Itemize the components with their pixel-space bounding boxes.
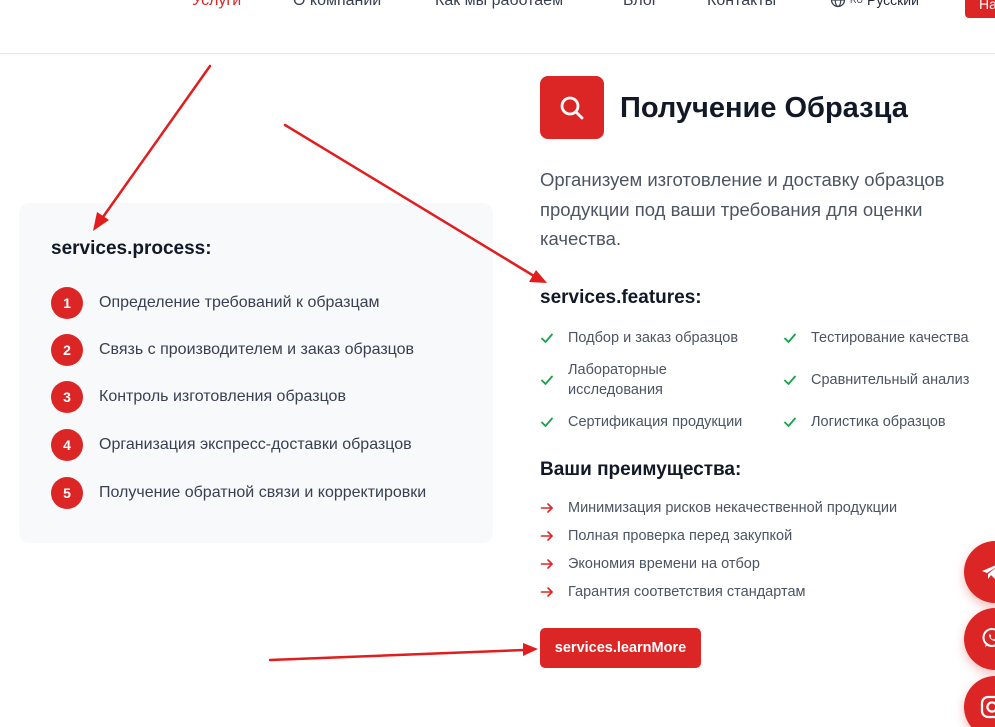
advantage-text: Экономия времени на отбор <box>568 556 760 572</box>
service-description: Организуем изготовление и доставку образ… <box>540 169 945 249</box>
check-icon <box>541 375 553 385</box>
step-number: 3 <box>51 381 83 413</box>
instagram-icon <box>980 695 995 719</box>
service-icon-box <box>540 76 604 139</box>
check-icon <box>784 417 796 427</box>
feature-item: Тестирование качества <box>783 328 995 348</box>
arrow-right-icon <box>540 503 553 513</box>
globe-icon <box>830 0 846 8</box>
feature-item: Сертификация продукции <box>540 412 768 432</box>
top-nav: Услуги О компании Как мы работаем Блог К… <box>0 0 995 54</box>
process-step: 2 Связь с производителем и заказ образцо… <box>51 334 414 366</box>
nav-item-contacts[interactable]: Контакты <box>707 0 776 10</box>
process-title: services.process: <box>51 238 212 259</box>
instagram-button[interactable] <box>964 676 995 727</box>
nav-item-services[interactable]: Услуги <box>192 0 241 10</box>
step-text: Организация экспресс-доставки образцов <box>99 436 412 453</box>
learn-more-button[interactable]: services.learnMore <box>540 628 701 668</box>
step-number: 2 <box>51 334 83 366</box>
service-title: Получение Образца <box>620 92 908 124</box>
step-text: Получение обратной связи и корректировки <box>99 484 427 501</box>
advantage-text: Гарантия соответствия стандартам <box>568 584 806 600</box>
language-flag: RU <box>850 0 863 5</box>
process-step: 1 Определение требований к образцам <box>51 287 380 319</box>
search-icon <box>560 96 584 119</box>
check-icon <box>541 333 553 343</box>
feature-item: Сравнительный анализ <box>783 370 995 390</box>
check-icon <box>784 333 796 343</box>
step-number: 5 <box>51 477 83 509</box>
feature-text: Тестирование качества <box>811 330 969 346</box>
feature-text: Сравнительный анализ <box>811 372 970 388</box>
arrow-right-icon <box>540 559 553 569</box>
annotation-arrow <box>268 643 538 662</box>
nav-cta-button[interactable]: На <box>965 0 995 18</box>
nav-item-how-we-work[interactable]: Как мы работаем <box>435 0 563 10</box>
step-text: Контроль изготовления образцов <box>99 388 346 405</box>
advantage-item: Полная проверка перед закупкой <box>540 528 792 544</box>
step-number: 4 <box>51 429 83 461</box>
process-card: services.process: 1 Определение требован… <box>19 203 493 543</box>
check-icon <box>784 375 796 385</box>
language-selector[interactable]: RU Русский <box>830 0 919 8</box>
process-step: 5 Получение обратной связи и корректиров… <box>51 477 426 509</box>
advantage-text: Полная проверка перед закупкой <box>568 528 793 544</box>
nav-item-about[interactable]: О компании <box>293 0 381 10</box>
feature-item: Логистика образцов <box>783 412 995 432</box>
advantage-item: Экономия времени на отбор <box>540 556 760 572</box>
check-icon <box>541 417 553 427</box>
whatsapp-icon <box>982 628 995 647</box>
arrow-right-icon <box>540 587 553 597</box>
advantages-title: Ваши преимущества: <box>540 459 742 480</box>
feature-item: Подбор и заказ образцов <box>540 328 768 348</box>
arrow-right-icon <box>540 531 553 541</box>
whatsapp-button[interactable] <box>964 608 995 670</box>
telegram-icon <box>982 565 995 579</box>
features-title: services.features: <box>540 287 702 308</box>
feature-text: Лабораторные исследования <box>568 362 667 398</box>
feature-text: Подбор и заказ образцов <box>568 330 739 346</box>
step-text: Определение требований к образцам <box>99 294 380 311</box>
advantage-text: Минимизация рисков некачественной продук… <box>568 500 898 516</box>
feature-item: Лабораторные исследования <box>540 360 698 400</box>
nav-item-blog[interactable]: Блог <box>623 0 658 10</box>
feature-text: Логистика образцов <box>811 414 946 430</box>
process-step: 3 Контроль изготовления образцов <box>51 381 346 413</box>
advantage-item: Минимизация рисков некачественной продук… <box>540 500 897 516</box>
language-label: Русский <box>867 0 919 8</box>
advantage-item: Гарантия соответствия стандартам <box>540 584 805 600</box>
step-number: 1 <box>51 287 83 319</box>
step-text: Связь с производителем и заказ образцов <box>99 341 415 358</box>
telegram-button[interactable] <box>964 541 995 603</box>
process-step: 4 Организация экспресс-доставки образцов <box>51 429 412 461</box>
page: Услуги О компании Как мы работаем Блог К… <box>0 0 995 727</box>
feature-text: Сертификация продукции <box>568 414 743 430</box>
